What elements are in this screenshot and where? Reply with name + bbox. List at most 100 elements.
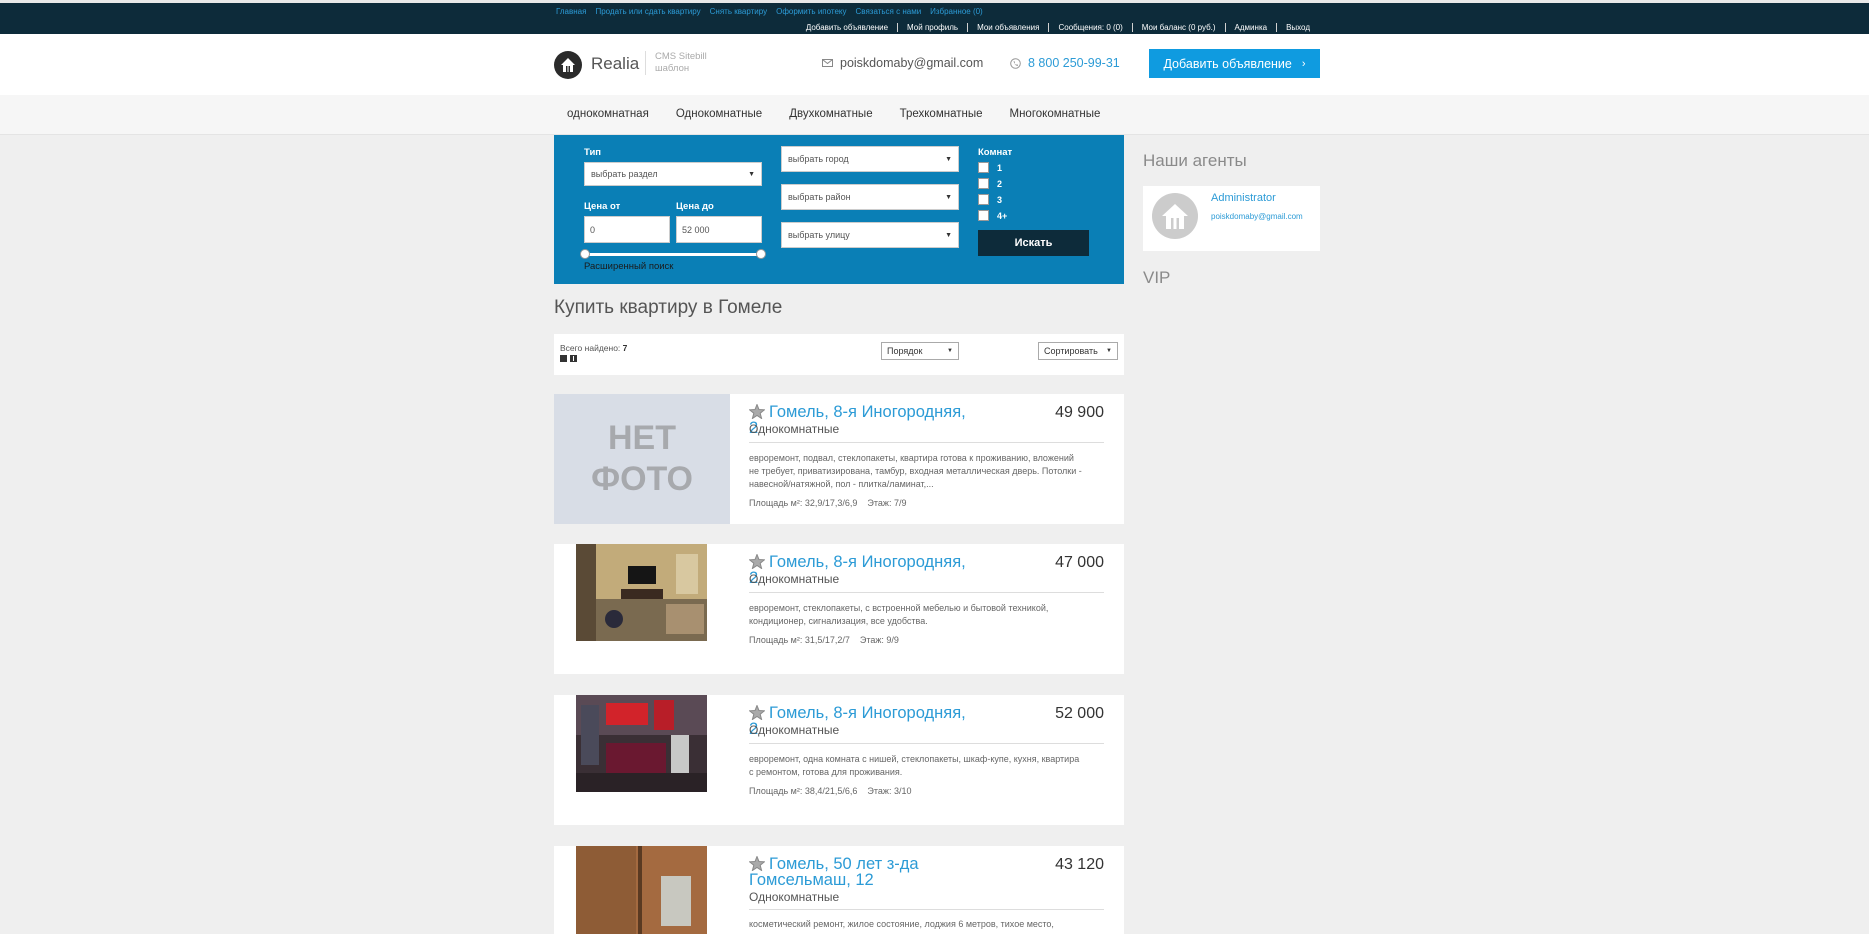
top-bar: Главная Продать или сдать квартиру Снять… (0, 0, 1869, 34)
listing-description: евроремонт, стеклопакеты, с встроенной м… (749, 603, 1049, 626)
listing-card[interactable]: НЕТ ФОТО Гомель, 8-я Иногородняя, 2 49 9… (554, 394, 1124, 524)
page-title: Купить квартиру в Гомеле (554, 297, 783, 318)
agent-email[interactable]: poiskdomaby@gmail.com (1211, 212, 1303, 221)
top-nav-rent[interactable]: Снять квартиру (710, 7, 767, 16)
rooms-option-2[interactable]: 2 (978, 178, 1002, 189)
listing-description: евроремонт, подвал, стеклопакеты, кварти… (749, 453, 1082, 489)
listing-card[interactable]: Гомель, 50 лет з-да Гомсельмаш, 12 43 12… (554, 846, 1124, 934)
top-nav: Главная Продать или сдать квартиру Снять… (556, 7, 983, 16)
add-listing-button[interactable]: Добавить объявление › (1149, 49, 1320, 78)
user-nav-balance[interactable]: Мои баланс (0 руб.) (1131, 23, 1225, 32)
listing-price: 43 120 (1055, 856, 1104, 873)
listing-area: Площадь м²: 38,4/21,5/6,6 (749, 786, 858, 796)
user-nav-logout[interactable]: Выход (1276, 23, 1310, 32)
category-nav: однокомнатная Однокомнатные Двухкомнатны… (0, 95, 1869, 135)
rooms-option-3[interactable]: 3 (978, 194, 1002, 205)
top-nav-favorites[interactable]: Избранное (0) (930, 7, 983, 16)
avatar (1152, 193, 1198, 239)
rooms-option-label: 3 (997, 194, 1003, 205)
rooms-option-4plus[interactable]: 4+ (978, 210, 1007, 221)
city-select[interactable]: выбрать город ▼ (781, 146, 959, 172)
listing-photo[interactable] (576, 695, 707, 792)
top-nav-sell[interactable]: Продать или сдать квартиру (595, 7, 700, 16)
logo-house-icon[interactable] (554, 51, 582, 79)
street-select-value: выбрать улицу (788, 230, 850, 240)
price-from-input[interactable]: 0 (584, 216, 670, 243)
header-email[interactable]: poiskdomaby@gmail.com (822, 56, 983, 70)
price-slider-min-handle[interactable] (580, 249, 590, 259)
checkbox[interactable] (978, 162, 989, 173)
logo-name[interactable]: Realia (591, 54, 639, 74)
listing-card[interactable]: Гомель, 8-я Иногородняя, 2 47 000 Одноко… (554, 544, 1124, 674)
header-phone[interactable]: 8 800 250-99-31 (1010, 56, 1120, 70)
user-nav: Добавить объявление Мой профиль Мои объя… (797, 23, 1310, 32)
grid-view-icon[interactable] (570, 355, 577, 362)
agent-card[interactable]: Administrator poiskdomaby@gmail.com (1143, 186, 1320, 251)
type-select[interactable]: выбрать раздел ▼ (584, 162, 762, 186)
header-phone-text: 8 800 250-99-31 (1028, 56, 1120, 70)
top-nav-home[interactable]: Главная (556, 7, 586, 16)
rooms-label: Комнат (978, 147, 1013, 158)
caret-down-icon: ▼ (1106, 348, 1112, 354)
list-view-icon[interactable] (560, 355, 567, 362)
checkbox[interactable] (978, 194, 989, 205)
listing-type: Однокомнатные (749, 422, 840, 436)
district-select-value: выбрать район (788, 192, 851, 202)
rooms-option-label: 1 (997, 162, 1003, 173)
caret-down-icon: ▼ (945, 155, 952, 163)
listing-photo[interactable] (576, 846, 707, 934)
top-nav-contact[interactable]: Связаться с нами (856, 7, 922, 16)
listing-card[interactable]: Гомель, 8-я Иногородняя, 2 52 000 Одноко… (554, 695, 1124, 825)
divider (749, 909, 1104, 910)
caret-down-icon: ▼ (748, 170, 755, 178)
user-nav-my-ads[interactable]: Мои объявления (967, 23, 1048, 32)
price-slider-max-handle[interactable] (756, 249, 766, 259)
no-photo-text: ФОТО (591, 460, 693, 498)
type-select-value: выбрать раздел (591, 169, 658, 179)
divider (749, 743, 1104, 744)
listing-photo[interactable] (576, 544, 707, 641)
listing-floor: Этаж: 3/10 (867, 786, 912, 796)
rooms-option-label: 4+ (997, 210, 1008, 221)
caret-down-icon: ▼ (945, 193, 952, 201)
user-nav-admin[interactable]: Админка (1224, 23, 1277, 32)
type-label: Тип (584, 147, 602, 158)
price-slider-track[interactable] (584, 253, 762, 256)
user-nav-profile[interactable]: Мой профиль (897, 23, 967, 32)
search-submit-button[interactable]: Искать (978, 230, 1089, 256)
mail-icon (822, 59, 833, 67)
listing-title[interactable]: Гомель, 50 лет з-да Гомсельмаш, 12 (749, 856, 969, 889)
sort-select[interactable]: Сортировать ▼ (1038, 342, 1118, 360)
checkbox[interactable] (978, 210, 989, 221)
agent-name[interactable]: Administrator (1211, 192, 1276, 204)
no-photo-placeholder[interactable]: НЕТ ФОТО (554, 394, 730, 524)
user-nav-add-ad[interactable]: Добавить объявление (797, 23, 897, 32)
category-item[interactable]: Трехкомнатные (900, 108, 983, 120)
site-header: Realia CMS Sitebill шаблон poiskdomaby@g… (0, 34, 1869, 95)
results-toolbar: Всего найдено: 7 Порядок ▼ Сортировать ▼ (554, 334, 1124, 375)
category-item[interactable]: однокомнатная (567, 108, 649, 120)
price-to-input[interactable]: 52 000 (676, 216, 762, 243)
category-item[interactable]: Многокомнатные (1010, 108, 1101, 120)
caret-down-icon: ▼ (947, 348, 953, 354)
order-select-value: Порядок (887, 346, 923, 356)
house-icon (1162, 204, 1188, 229)
listing-area: Площадь м²: 31,5/17,2/7 (749, 635, 850, 645)
user-nav-messages[interactable]: Сообщения: 0 (0) (1048, 23, 1131, 32)
checkbox[interactable] (978, 178, 989, 189)
listing-price: 52 000 (1055, 705, 1104, 722)
divider (749, 442, 1104, 443)
category-item[interactable]: Двухкомнатные (789, 108, 872, 120)
rooms-option-1[interactable]: 1 (978, 162, 1002, 173)
street-select[interactable]: выбрать улицу ▼ (781, 222, 959, 248)
extended-search-link[interactable]: Расширенный поиск (584, 261, 673, 272)
top-nav-mortgage[interactable]: Оформить ипотеку (776, 7, 846, 16)
sort-select-value: Сортировать (1044, 346, 1098, 356)
divider (749, 592, 1104, 593)
district-select[interactable]: выбрать район ▼ (781, 184, 959, 210)
order-select[interactable]: Порядок ▼ (881, 342, 959, 360)
results-count-label: Всего найдено: (560, 343, 623, 353)
listing-meta: Площадь м²: 32,9/17,3/6,9 Этаж: 7/9 (749, 498, 906, 508)
category-item[interactable]: Однокомнатные (676, 108, 762, 120)
listing-type: Однокомнатные (749, 890, 840, 904)
